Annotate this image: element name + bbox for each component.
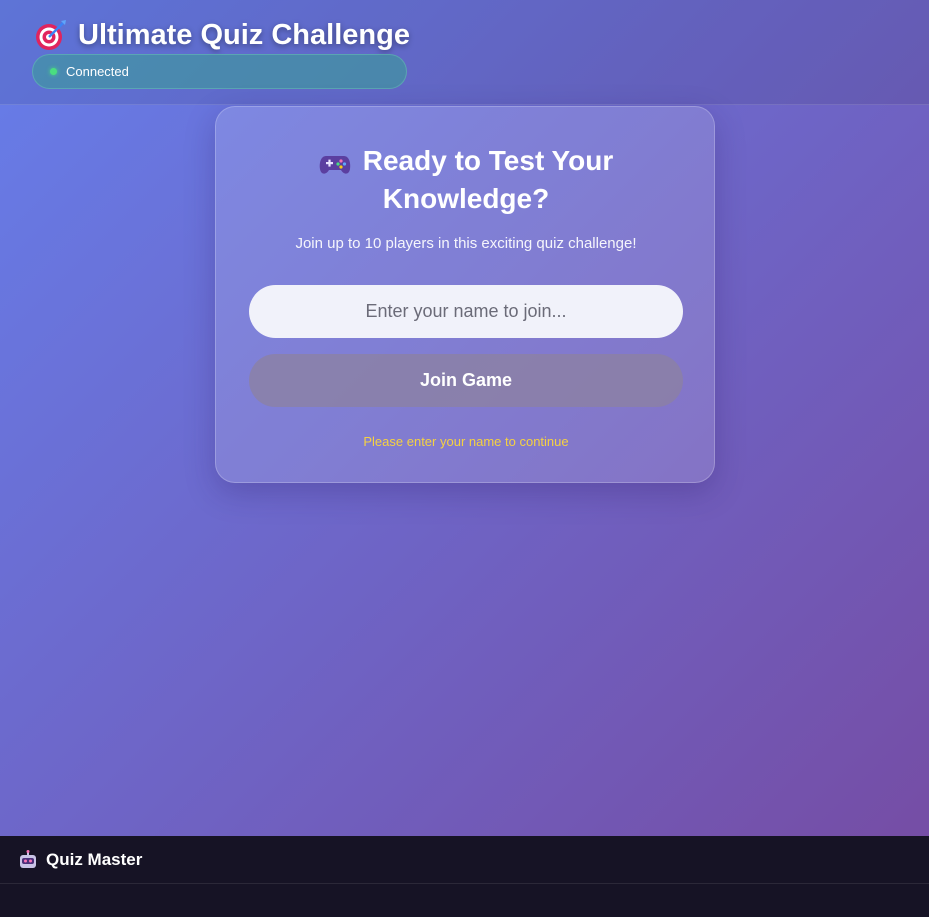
- page-title: Ultimate Quiz Challenge: [34, 18, 410, 52]
- app-footer: Quiz Master: [0, 836, 929, 917]
- gamepad-icon: [319, 149, 351, 174]
- connection-status-badge: Connected: [32, 54, 407, 89]
- status-text: Connected: [66, 64, 129, 79]
- app-header: Ultimate Quiz Challenge Connected: [0, 0, 929, 105]
- join-card: Ready to Test Your Knowledge? Join up to…: [215, 106, 715, 483]
- footer-label: Quiz Master: [46, 849, 143, 869]
- status-dot-icon: [50, 68, 57, 75]
- robot-icon: [18, 849, 38, 870]
- app-title-text: Ultimate Quiz Challenge: [78, 18, 410, 51]
- card-title-line2: Knowledge?: [382, 183, 550, 214]
- card-title: Ready to Test Your Knowledge?: [216, 142, 716, 218]
- join-game-button[interactable]: Join Game: [249, 354, 683, 407]
- validation-hint: Please enter your name to continue: [363, 434, 569, 449]
- player-name-input[interactable]: [249, 285, 683, 338]
- card-title-line1: Ready to Test Your: [362, 145, 614, 176]
- target-icon: [34, 18, 68, 52]
- card-subtitle: Join up to 10 players in this exciting q…: [295, 235, 637, 252]
